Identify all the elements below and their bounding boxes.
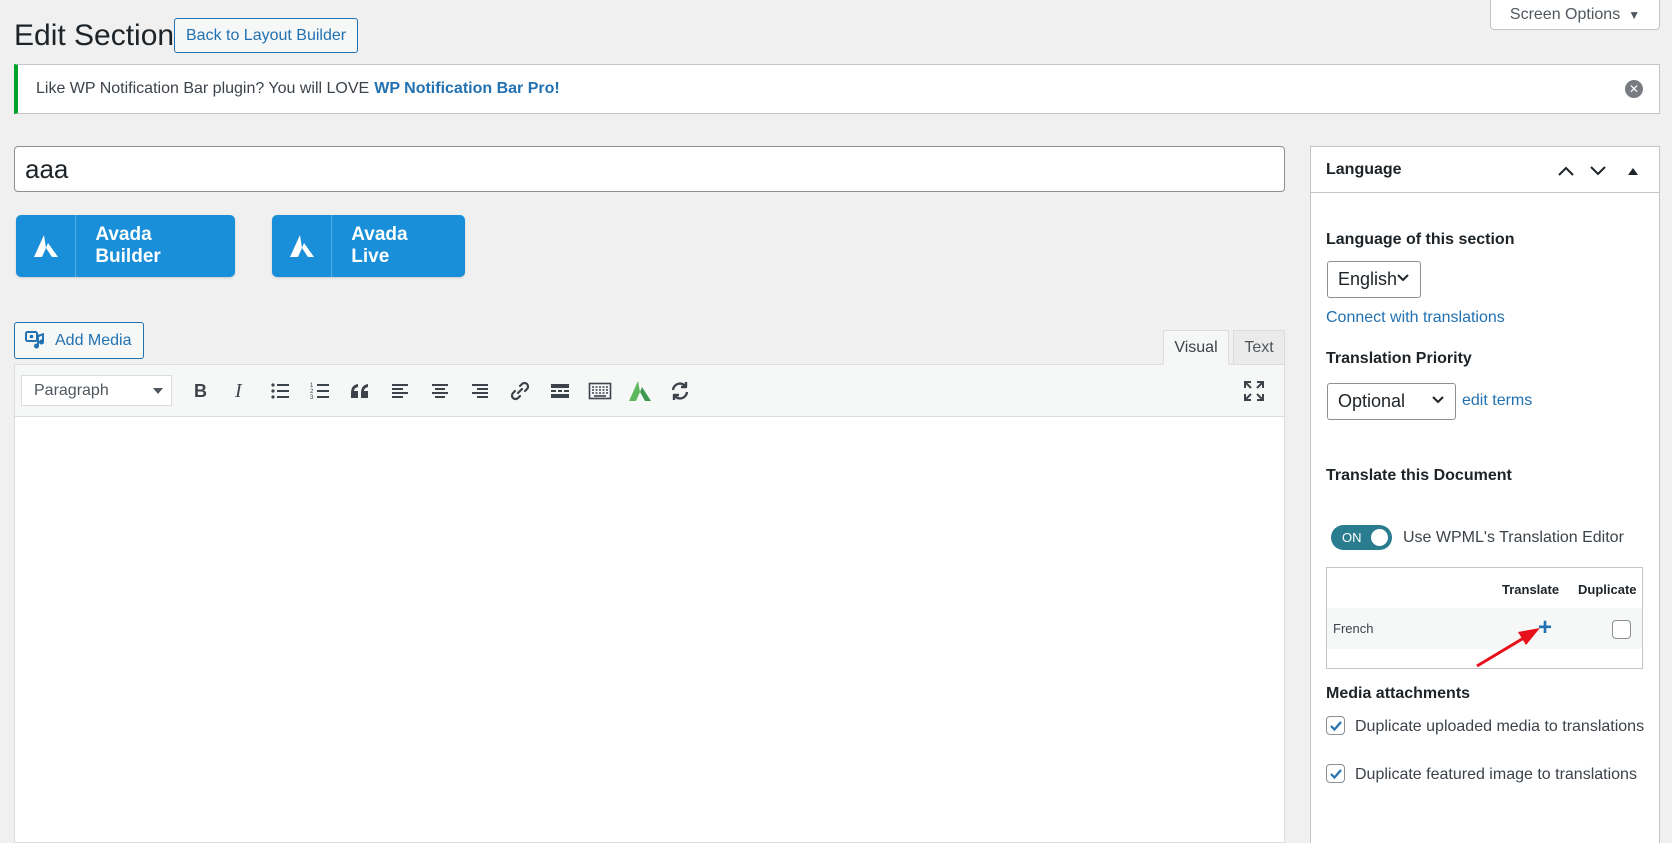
language-metabox: Language Language of this section Englis…	[1310, 146, 1660, 843]
caret-down-icon: ▼	[1628, 7, 1641, 22]
translate-document-label: Translate this Document	[1326, 467, 1512, 484]
language-metabox-header: Language	[1311, 147, 1659, 193]
avada-builder-button[interactable]: Avada Builder	[16, 215, 235, 277]
chevron-down-icon	[1397, 274, 1409, 282]
duplicate-featured-image-option[interactable]: Duplicate featured image to translations	[1326, 763, 1651, 787]
add-translation-plus-icon[interactable]: +	[1538, 616, 1552, 640]
edit-terms-link[interactable]: edit terms	[1462, 392, 1532, 410]
select-arrow-icon	[153, 388, 163, 394]
post-title-input[interactable]	[14, 146, 1285, 192]
duplicate-featured-image-label: Duplicate featured image to translations	[1355, 766, 1637, 783]
read-more-icon[interactable]	[540, 371, 580, 411]
promo-notice: Like WP Notification Bar plugin? You wil…	[14, 64, 1660, 114]
toolbar-toggle-icon[interactable]	[580, 371, 620, 411]
duplicate-media-option[interactable]: Duplicate uploaded media to translations	[1326, 715, 1651, 739]
align-center-icon[interactable]	[420, 371, 460, 411]
refresh-icon[interactable]	[660, 371, 700, 411]
priority-select-value: Optional	[1338, 391, 1406, 411]
avada-shortcode-icon[interactable]	[620, 371, 660, 411]
avada-builder-label: Avada Builder	[95, 224, 161, 267]
avada-live-label: Avada Live	[351, 224, 408, 267]
checkmark-icon	[1330, 721, 1342, 732]
avada-live-button[interactable]: Avada Live	[272, 215, 465, 277]
content-editor[interactable]: Paragraph B I 123	[14, 364, 1285, 843]
blockquote-icon[interactable]	[340, 371, 380, 411]
dismiss-icon[interactable]: ✕	[1625, 80, 1643, 98]
paragraph-format-select[interactable]: Paragraph	[21, 375, 172, 406]
link-icon[interactable]	[500, 371, 540, 411]
translation-priority-select[interactable]: Optional	[1327, 383, 1456, 420]
checkbox-checked[interactable]	[1326, 716, 1345, 735]
checkbox-checked[interactable]	[1326, 764, 1345, 783]
language-select[interactable]: English	[1327, 261, 1421, 298]
chevron-down-icon[interactable]	[1587, 160, 1609, 182]
notice-text: Like WP Notification Bar plugin? You wil…	[36, 80, 370, 97]
translation-table: Translate Duplicate French +	[1326, 567, 1643, 669]
format-select-value: Paragraph	[34, 381, 109, 399]
collapse-toggle-icon[interactable]	[1622, 160, 1644, 182]
row-language: French	[1333, 621, 1374, 636]
table-row: French +	[1327, 608, 1642, 649]
page-title: Edit Section	[14, 19, 175, 52]
numbered-list-icon[interactable]: 123	[300, 371, 340, 411]
bullet-list-icon[interactable]	[260, 371, 300, 411]
fullscreen-icon[interactable]	[1234, 371, 1274, 411]
add-media-button[interactable]: Add Media	[14, 322, 144, 359]
tab-visual[interactable]: Visual	[1163, 330, 1229, 365]
checkmark-icon	[1330, 769, 1342, 780]
italic-icon[interactable]: I	[220, 371, 260, 411]
align-left-icon[interactable]	[380, 371, 420, 411]
bold-icon[interactable]: B	[180, 371, 220, 411]
language-of-section-label: Language of this section	[1326, 231, 1515, 248]
media-attachments-label: Media attachments	[1326, 685, 1471, 702]
toggle-label: Use WPML's Translation Editor	[1403, 529, 1624, 546]
svg-text:B: B	[194, 381, 207, 401]
language-metabox-title: Language	[1326, 160, 1402, 178]
editor-toolbar: Paragraph B I 123	[15, 365, 1284, 417]
toggle-knob	[1371, 529, 1388, 546]
avada-logo-icon	[16, 215, 77, 277]
chevron-up-icon[interactable]	[1555, 160, 1577, 182]
back-to-layout-builder-button[interactable]: Back to Layout Builder	[174, 18, 359, 53]
align-right-icon[interactable]	[460, 371, 500, 411]
duplicate-checkbox[interactable]	[1612, 620, 1631, 639]
language-select-value: English	[1338, 269, 1398, 289]
avada-logo-icon	[272, 215, 333, 277]
screen-options-button[interactable]: Screen Options ▼	[1490, 0, 1660, 30]
translation-priority-label: Translation Priority	[1326, 350, 1472, 367]
col-translate-header: Translate	[1502, 582, 1560, 597]
add-media-label: Add Media	[55, 331, 132, 349]
chevron-down-icon	[1432, 396, 1444, 404]
connect-translations-link[interactable]: Connect with translations	[1326, 309, 1505, 327]
translation-editor-toggle[interactable]: ON	[1331, 525, 1392, 550]
duplicate-media-label: Duplicate uploaded media to translations	[1355, 718, 1645, 735]
svg-text:3: 3	[310, 395, 314, 401]
screen-options-label: Screen Options	[1509, 5, 1621, 23]
media-icon	[25, 330, 45, 349]
tab-text[interactable]: Text	[1233, 330, 1285, 365]
toggle-state: ON	[1342, 530, 1362, 545]
col-duplicate-header: Duplicate	[1578, 582, 1637, 597]
notice-pro-link[interactable]: WP Notification Bar Pro!	[374, 80, 560, 98]
svg-text:I: I	[234, 381, 243, 401]
